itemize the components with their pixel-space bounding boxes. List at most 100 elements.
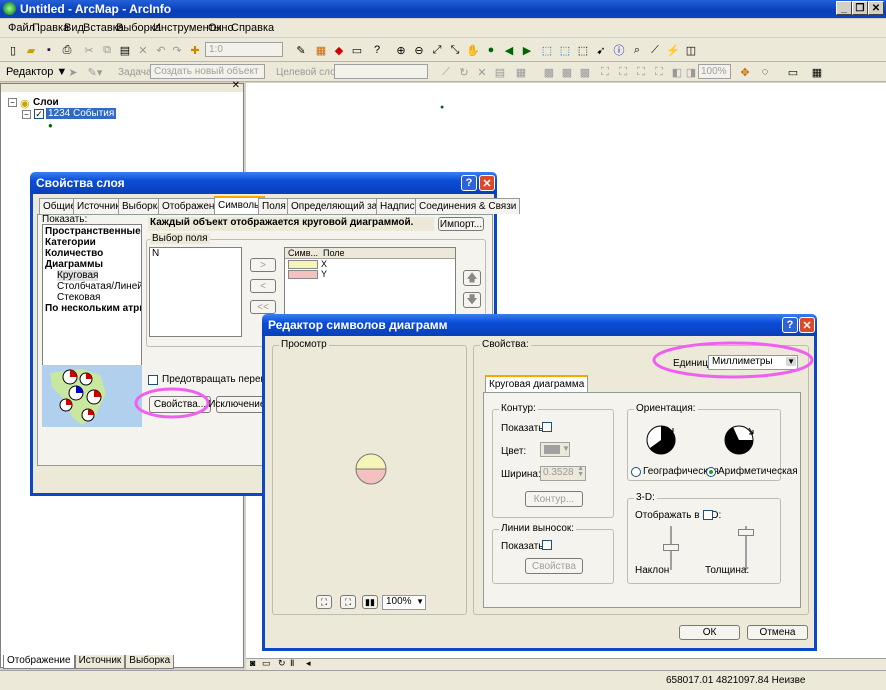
time-slider-icon[interactable]: ◫ — [682, 41, 700, 59]
preview-zoom-out-icon[interactable]: ⛶ — [340, 595, 356, 609]
zoom-out-icon[interactable]: ⊖ — [410, 41, 428, 59]
geographic-radio[interactable] — [631, 467, 641, 477]
refresh-icon[interactable]: ↻ — [278, 658, 286, 669]
forward-extent-icon[interactable]: ▶ — [518, 41, 536, 59]
tree-categories[interactable]: Категории — [45, 237, 96, 248]
hyperlink-icon[interactable]: ⚡ — [664, 41, 682, 59]
back-extent-icon[interactable]: ◀ — [500, 41, 518, 59]
layout-fixed-out-icon[interactable]: ⛶ — [650, 63, 668, 81]
show-3d-checkbox[interactable] — [703, 510, 713, 520]
outline-button[interactable]: Контур... — [525, 491, 583, 507]
copy-icon[interactable]: ⧉ — [98, 41, 116, 59]
delete-icon[interactable]: ✕ — [134, 41, 152, 59]
layout-fixed-in-icon[interactable]: ⛶ — [632, 63, 650, 81]
select-elements-icon[interactable]: ⬚ — [574, 41, 592, 59]
toggle-draft-icon[interactable]: ✥ — [736, 63, 754, 81]
layer-props-help-button[interactable]: ? — [461, 175, 477, 191]
menu-help[interactable]: Справка — [231, 22, 274, 34]
zoom-in-icon[interactable]: ⊕ — [392, 41, 410, 59]
cut-icon[interactable]: ✂ — [80, 41, 98, 59]
tree-quantities[interactable]: Количество — [45, 248, 103, 259]
import-button[interactable]: Импорт... — [438, 217, 484, 231]
tree-stacked[interactable]: Стековая — [57, 292, 100, 303]
focus-frame-icon[interactable]: ◌ — [756, 63, 774, 81]
move-right-button[interactable]: > — [250, 258, 276, 272]
move-all-left-button[interactable]: << — [250, 300, 276, 314]
pause-icon[interactable]: Ⅱ — [290, 658, 294, 669]
layer-visibility-checkbox[interactable]: ✓ — [34, 109, 44, 119]
move-up-button[interactable]: 🡅 — [463, 270, 481, 286]
menu-view[interactable]: Вид — [64, 22, 84, 34]
georef-icon[interactable]: ▩ — [540, 63, 558, 81]
tab-lp-source[interactable]: Источник — [73, 198, 124, 214]
field-x[interactable]: X — [321, 259, 327, 269]
outline-width-spinner[interactable]: 0.3528 ▲ ▼ — [540, 465, 586, 481]
field-item-n[interactable]: N — [152, 248, 159, 259]
preview-zoom-combo[interactable]: 100% ▼ — [382, 595, 426, 610]
toc-close-icon[interactable]: ✕ — [232, 80, 240, 91]
tree-pie[interactable]: Круговая — [57, 270, 99, 281]
edit-tool-icon[interactable]: ➤ — [64, 63, 82, 81]
chart-editor-close-button[interactable]: ✕ — [799, 317, 815, 333]
tree-multiple-attributes[interactable]: По нескольким атрибут — [45, 303, 141, 314]
fixed-zoom-in-icon[interactable]: ⤢ — [428, 41, 446, 59]
open-icon[interactable]: ▰ — [22, 41, 40, 59]
available-fields-list[interactable]: N — [149, 247, 242, 337]
move-left-button[interactable]: < — [250, 279, 276, 293]
split-tool-icon[interactable]: ⟋ — [437, 63, 455, 81]
layout-zoom-out-icon[interactable]: ▩ — [576, 63, 594, 81]
sketch-tool-icon[interactable]: ✎▾ — [86, 63, 104, 81]
task-combo[interactable]: Создать новый объект — [150, 64, 265, 79]
tree-charts[interactable]: Диаграммы — [45, 259, 103, 270]
chart-editor-help-button[interactable]: ? — [782, 317, 798, 333]
thickness-slider-thumb[interactable] — [738, 529, 754, 536]
whats-this-icon[interactable]: ? — [368, 41, 386, 59]
sketch-props-icon[interactable]: ▦ — [512, 63, 530, 81]
toolbox-icon[interactable]: ◆ — [330, 41, 348, 59]
tab-joins[interactable]: Соединения & Связи — [415, 198, 521, 214]
pan-icon[interactable]: ✋ — [464, 41, 482, 59]
arithmetic-radio[interactable] — [706, 467, 716, 477]
tab-fields[interactable]: Поля — [258, 198, 290, 214]
preview-zoom-in-icon[interactable]: ⛶ — [316, 595, 332, 609]
arctoolbox-icon[interactable]: ▦ — [312, 41, 330, 59]
full-extent-icon[interactable]: ● — [482, 41, 500, 59]
rotate-tool-icon[interactable]: ↻ — [455, 63, 473, 81]
tab-source[interactable]: Источник — [74, 655, 126, 669]
identify-icon[interactable]: ⓘ — [610, 41, 628, 59]
delete-vertex-icon[interactable]: ✕ — [473, 63, 491, 81]
tab-selection[interactable]: Выборка — [125, 655, 175, 669]
attributes-icon[interactable]: ▤ — [491, 63, 509, 81]
layout-zoom-combo[interactable]: 100% — [698, 64, 731, 79]
select-features-icon[interactable]: ⬚ — [538, 41, 556, 59]
identify-select-icon[interactable]: ➹ — [592, 41, 610, 59]
command-line-icon[interactable]: ▭ — [348, 41, 366, 59]
field-y[interactable]: Y — [321, 269, 327, 279]
new-document-icon[interactable]: ▯ — [4, 41, 22, 59]
menu-window[interactable]: Окно — [208, 22, 234, 34]
arithmetic-orientation-icon[interactable] — [723, 424, 757, 458]
editor-toolbar-icon[interactable]: ✎ — [292, 41, 310, 59]
tab-display[interactable]: Отображение — [3, 655, 75, 669]
prevent-overlap-checkbox[interactable] — [148, 375, 158, 385]
layers-root-label[interactable]: Слои — [33, 97, 59, 108]
paste-icon[interactable]: ▤ — [116, 41, 134, 59]
add-data-icon[interactable]: ✚ — [186, 41, 204, 59]
data-view-icon[interactable]: ◙ — [250, 658, 255, 668]
layout-settings-icon[interactable]: ▦ — [808, 63, 826, 81]
y-color-swatch[interactable] — [288, 270, 318, 279]
target-layer-combo[interactable] — [334, 64, 428, 79]
close-button[interactable]: ✕ — [868, 1, 884, 15]
cancel-button[interactable]: Отмена — [747, 625, 808, 640]
layout-zoom-in-icon[interactable]: ▩ — [558, 63, 576, 81]
minimize-button[interactable]: _ — [836, 1, 852, 15]
find-icon[interactable]: ⌕ — [628, 41, 646, 59]
clear-selection-icon[interactable]: ⬚ — [556, 41, 574, 59]
save-icon[interactable]: ▪ — [40, 41, 58, 59]
leader-properties-button[interactable]: Свойства — [525, 558, 583, 574]
outline-color-picker[interactable]: ▼ — [540, 442, 570, 457]
change-layout-icon[interactable]: ▭ — [784, 63, 802, 81]
maximize-button[interactable]: ❐ — [852, 1, 868, 15]
fixed-zoom-out-icon[interactable]: ⤡ — [446, 41, 464, 59]
editor-menu[interactable]: Редактор ▼ — [6, 66, 67, 78]
